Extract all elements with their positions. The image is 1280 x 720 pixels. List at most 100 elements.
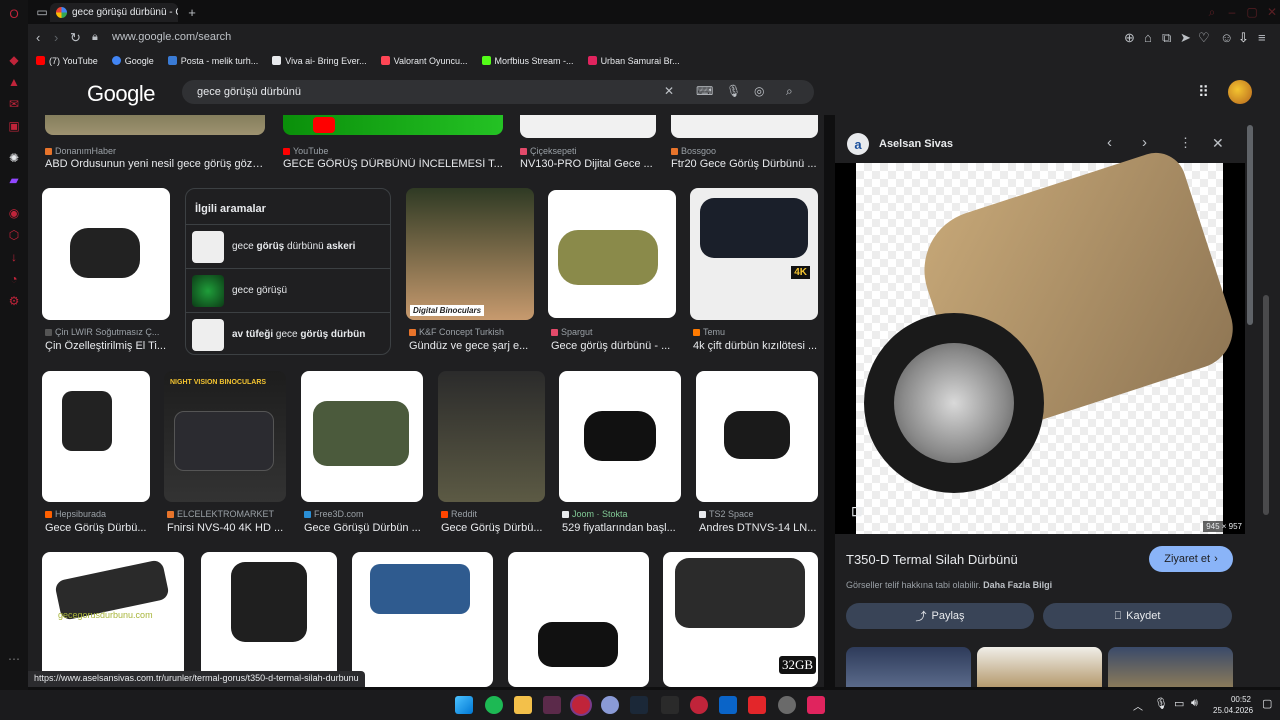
- bookmark-item[interactable]: Viva ai- Bring Ever...: [272, 56, 367, 66]
- related-item[interactable]: av tüfeği gece görüş dürbün: [186, 312, 390, 356]
- prev-image-icon[interactable]: ‹: [1107, 134, 1112, 151]
- result-title[interactable]: Andres DTNVS-14 LN...: [699, 522, 821, 534]
- save-button[interactable]: ⎕ Kaydet: [1043, 603, 1232, 629]
- result-image[interactable]: [42, 188, 170, 320]
- app-icon[interactable]: [543, 696, 561, 714]
- page-scrollbar-thumb[interactable]: [1263, 295, 1269, 515]
- result-image[interactable]: 4K: [690, 188, 818, 320]
- sidebar-player-icon[interactable]: ▣: [6, 118, 22, 134]
- sidebar-history-icon[interactable]: ◉: [6, 205, 22, 221]
- clock[interactable]: 00:52 25.04.2026: [1213, 694, 1253, 716]
- lens-icon[interactable]: ◎: [754, 84, 764, 98]
- tab-active[interactable]: gece görüşü dürbünü - Go: [50, 3, 178, 22]
- google-logo[interactable]: Google: [87, 81, 155, 107]
- voice-search-icon[interactable]: 🎙︎: [726, 84, 741, 98]
- avatar[interactable]: [1228, 80, 1252, 104]
- result-image[interactable]: [696, 371, 818, 502]
- related-item[interactable]: gece görüşü: [186, 268, 390, 312]
- notifications-icon[interactable]: ▢: [1262, 697, 1272, 710]
- sidebar-downloads-icon[interactable]: ↓: [6, 249, 22, 265]
- result-image[interactable]: [548, 190, 676, 318]
- back-icon[interactable]: ‹: [36, 30, 40, 45]
- preview-title[interactable]: T350-D Termal Silah Dürbünü: [846, 552, 1018, 567]
- result-image[interactable]: [283, 115, 503, 135]
- bookmark-item[interactable]: Valorant Oyuncu...: [380, 56, 468, 66]
- sidebar-pin-icon[interactable]: ◆: [6, 52, 22, 68]
- search-tabs-icon[interactable]: ⌕: [1204, 4, 1220, 20]
- result-image[interactable]: Digital Binoculars: [406, 188, 534, 320]
- result-image[interactable]: [559, 371, 681, 502]
- bookmark-item[interactable]: Google: [111, 56, 154, 66]
- share-button[interactable]: ⤴ Paylaş: [846, 603, 1034, 629]
- snapshot-icon[interactable]: ⧉: [1162, 30, 1171, 46]
- vpn-icon[interactable]: ⌂: [1144, 30, 1152, 45]
- minimize-icon[interactable]: –: [1224, 4, 1240, 20]
- result-title[interactable]: Gece görüş dürbünü - ...: [551, 340, 679, 352]
- app-icon[interactable]: [807, 696, 825, 714]
- search-input[interactable]: gece görüşü dürbünü ✕ ⌨ 🎙︎ ◎ ⌕: [182, 80, 814, 104]
- result-image[interactable]: [301, 371, 423, 502]
- sidebar-aria-icon[interactable]: ▲: [6, 74, 22, 90]
- opera-logo-icon[interactable]: O: [6, 6, 22, 22]
- learn-more-link[interactable]: Daha Fazla Bilgi: [983, 580, 1052, 590]
- menu-icon[interactable]: ≡: [1258, 30, 1266, 45]
- result-title[interactable]: GECE GÖRÜŞ DÜRBÜNÜ İNCELEMESİ T...: [283, 158, 503, 170]
- result-title[interactable]: Çin Özelleştirilmiş El Ti...: [45, 340, 173, 352]
- share-page-icon[interactable]: ➤: [1180, 30, 1191, 46]
- result-title[interactable]: 529 fiyatlarından başl...: [562, 522, 684, 534]
- related-item[interactable]: gece görüş dürbünü askeri: [186, 224, 390, 268]
- url-field[interactable]: www.google.com/search: [112, 31, 231, 43]
- epic-games-icon[interactable]: [661, 696, 679, 714]
- maximize-icon[interactable]: ▢: [1244, 4, 1260, 20]
- microphone-icon[interactable]: 🎙︎: [1154, 697, 1168, 710]
- keyboard-icon[interactable]: ⌨: [696, 84, 713, 98]
- result-image[interactable]: [520, 115, 656, 138]
- apps-grid-icon[interactable]: ⠿: [1198, 83, 1209, 101]
- result-image[interactable]: NIGHT VISION BINOCULARS: [164, 371, 286, 502]
- download-icon[interactable]: ⇩: [1238, 30, 1249, 46]
- preview-scrollbar[interactable]: [1245, 115, 1255, 687]
- profile-icon[interactable]: ☺: [1220, 30, 1233, 45]
- result-title[interactable]: 4k çift dürbün kızılötesi ...: [693, 340, 821, 352]
- start-icon[interactable]: [455, 696, 473, 714]
- result-title[interactable]: Ftr20 Gece Görüş Dürbünü ...: [671, 158, 818, 170]
- result-title[interactable]: Gece Görüş Dürbü...: [441, 522, 548, 534]
- forward-icon[interactable]: ›: [54, 30, 58, 45]
- clear-search-icon[interactable]: ✕: [664, 84, 674, 98]
- result-title[interactable]: ABD Ordusunun yeni nesil gece görüş gözl…: [45, 158, 265, 170]
- related-image[interactable]: [1108, 647, 1233, 687]
- network-icon[interactable]: ▭: [1174, 697, 1184, 710]
- tab-menu-icon[interactable]: ▭: [34, 4, 50, 20]
- preview-image[interactable]: [856, 145, 1244, 534]
- related-image[interactable]: [846, 647, 971, 687]
- bookmark-item[interactable]: Urban Samurai Br...: [587, 56, 680, 66]
- result-image[interactable]: gecegorusdurbunu.com: [42, 552, 184, 687]
- visit-button[interactable]: Ziyaret et ›: [1149, 546, 1233, 572]
- zoom-icon[interactable]: ⊕: [1124, 30, 1135, 46]
- steam-icon[interactable]: [630, 696, 648, 714]
- new-tab-icon[interactable]: +: [184, 4, 200, 20]
- more-options-icon[interactable]: ⋮: [1179, 135, 1192, 151]
- result-title[interactable]: Gece Görüşü Dürbün ...: [304, 522, 426, 534]
- result-image[interactable]: [508, 552, 649, 687]
- tray-chevron-icon[interactable]: ︿: [1133, 698, 1143, 713]
- result-image[interactable]: 32GB: [663, 552, 818, 687]
- opera-gx-icon[interactable]: [572, 696, 590, 714]
- result-image[interactable]: [438, 371, 545, 502]
- result-image[interactable]: [671, 115, 818, 138]
- bookmark-item[interactable]: Morfbius Stream -...: [481, 56, 574, 66]
- result-title[interactable]: Fnirsi NVS-40 4K HD ...: [167, 522, 289, 534]
- result-image[interactable]: [352, 552, 493, 687]
- close-preview-icon[interactable]: ✕: [1212, 135, 1224, 152]
- app-icon[interactable]: [748, 696, 766, 714]
- sidebar-extensions-icon[interactable]: ⬡: [6, 227, 22, 243]
- search-icon[interactable]: ⌕: [786, 84, 793, 99]
- bookmark-item[interactable]: (7) YouTube: [36, 56, 98, 66]
- volume-icon[interactable]: 🔊︎: [1191, 697, 1198, 710]
- close-window-icon[interactable]: ✕: [1264, 4, 1280, 20]
- outlook-icon[interactable]: [719, 696, 737, 714]
- next-image-icon[interactable]: ›: [1142, 134, 1147, 151]
- file-explorer-icon[interactable]: [514, 696, 532, 714]
- result-image[interactable]: [201, 552, 337, 687]
- result-title[interactable]: Gündüz ve gece şarj e...: [409, 340, 537, 352]
